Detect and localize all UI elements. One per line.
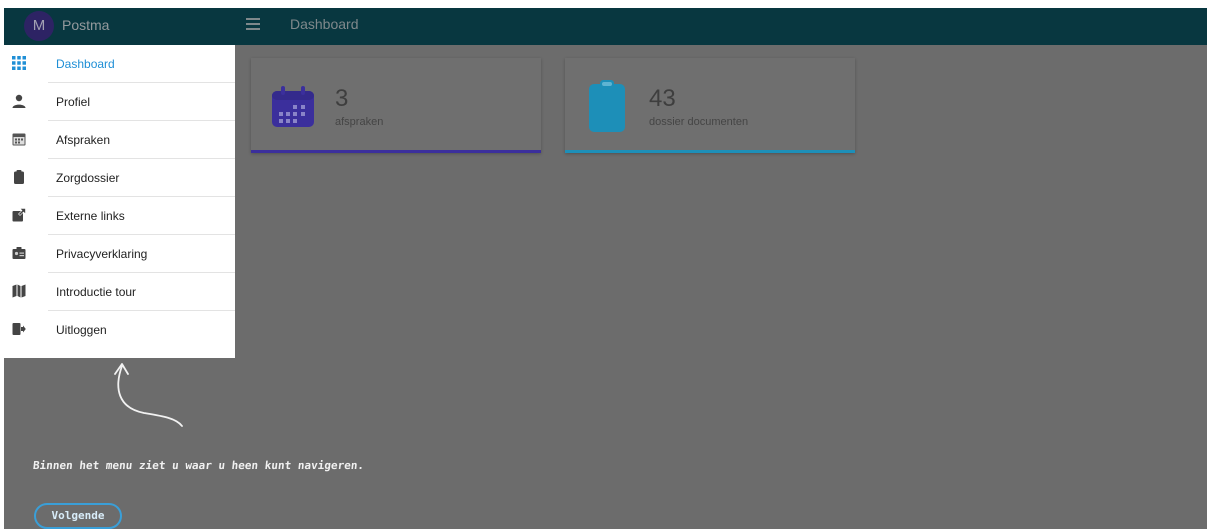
nav-item-label: Privacyverklaring	[56, 247, 148, 261]
calendar-icon	[272, 86, 314, 127]
top-app-bar: M Postma Dashboard	[4, 8, 1207, 45]
clipboard-icon	[14, 170, 24, 184]
logout-icon	[12, 323, 26, 335]
appointments-count: 3	[335, 85, 349, 112]
nav-item-externe-links[interactable]: Externe links	[4, 197, 235, 235]
documents-card-accent	[565, 150, 855, 153]
nav-item-uitloggen[interactable]: Uitloggen	[4, 311, 235, 349]
documents-label: dossier documenten	[649, 116, 749, 128]
tour-message: Binnen het menu ziet u waar u heen kunt …	[32, 459, 365, 472]
external-link-icon	[12, 208, 26, 222]
nav-item-label: Afspraken	[56, 133, 111, 147]
tour-next-button[interactable]: Volgende	[34, 503, 122, 529]
nav-item-introductie-tour[interactable]: Introductie tour	[4, 273, 235, 311]
tour-pointer-arrow-icon	[114, 363, 183, 427]
nav-item-profiel[interactable]: Profiel	[4, 83, 235, 121]
nav-item-zorgdossier[interactable]: Zorgdossier	[4, 159, 235, 197]
nav-item-label: Uitloggen	[56, 323, 107, 337]
nav-item-afspraken[interactable]: Afspraken	[4, 121, 235, 159]
appointments-card-accent	[251, 150, 541, 153]
id-card-icon	[12, 247, 26, 259]
documents-count: 43	[649, 85, 676, 112]
topbar-dim-overlay	[4, 8, 1207, 45]
person-icon	[12, 94, 26, 108]
nav-item-dashboard[interactable]: Dashboard	[4, 45, 235, 83]
navigation-drawer: Dashboard Profiel Afspraken Zorgdossier …	[4, 45, 235, 358]
appointments-label: afspraken	[335, 116, 384, 128]
clipboard-icon	[589, 80, 625, 132]
nav-item-label: Zorgdossier	[56, 171, 120, 185]
calendar-icon	[12, 133, 26, 146]
nav-item-label: Profiel	[56, 95, 91, 109]
documents-card[interactable]: 43 dossier documenten	[565, 58, 855, 153]
map-icon	[12, 284, 26, 298]
appointments-card[interactable]: 3 afspraken	[251, 58, 541, 153]
nav-item-label: Dashboard	[56, 57, 115, 71]
nav-item-privacyverklaring[interactable]: Privacyverklaring	[4, 235, 235, 273]
nav-item-label: Externe links	[56, 209, 125, 223]
grid-icon	[12, 56, 26, 70]
app-window: M Postma Dashboard 3 afspraken 43 dossie…	[4, 8, 1207, 529]
nav-item-label: Introductie tour	[56, 285, 137, 299]
